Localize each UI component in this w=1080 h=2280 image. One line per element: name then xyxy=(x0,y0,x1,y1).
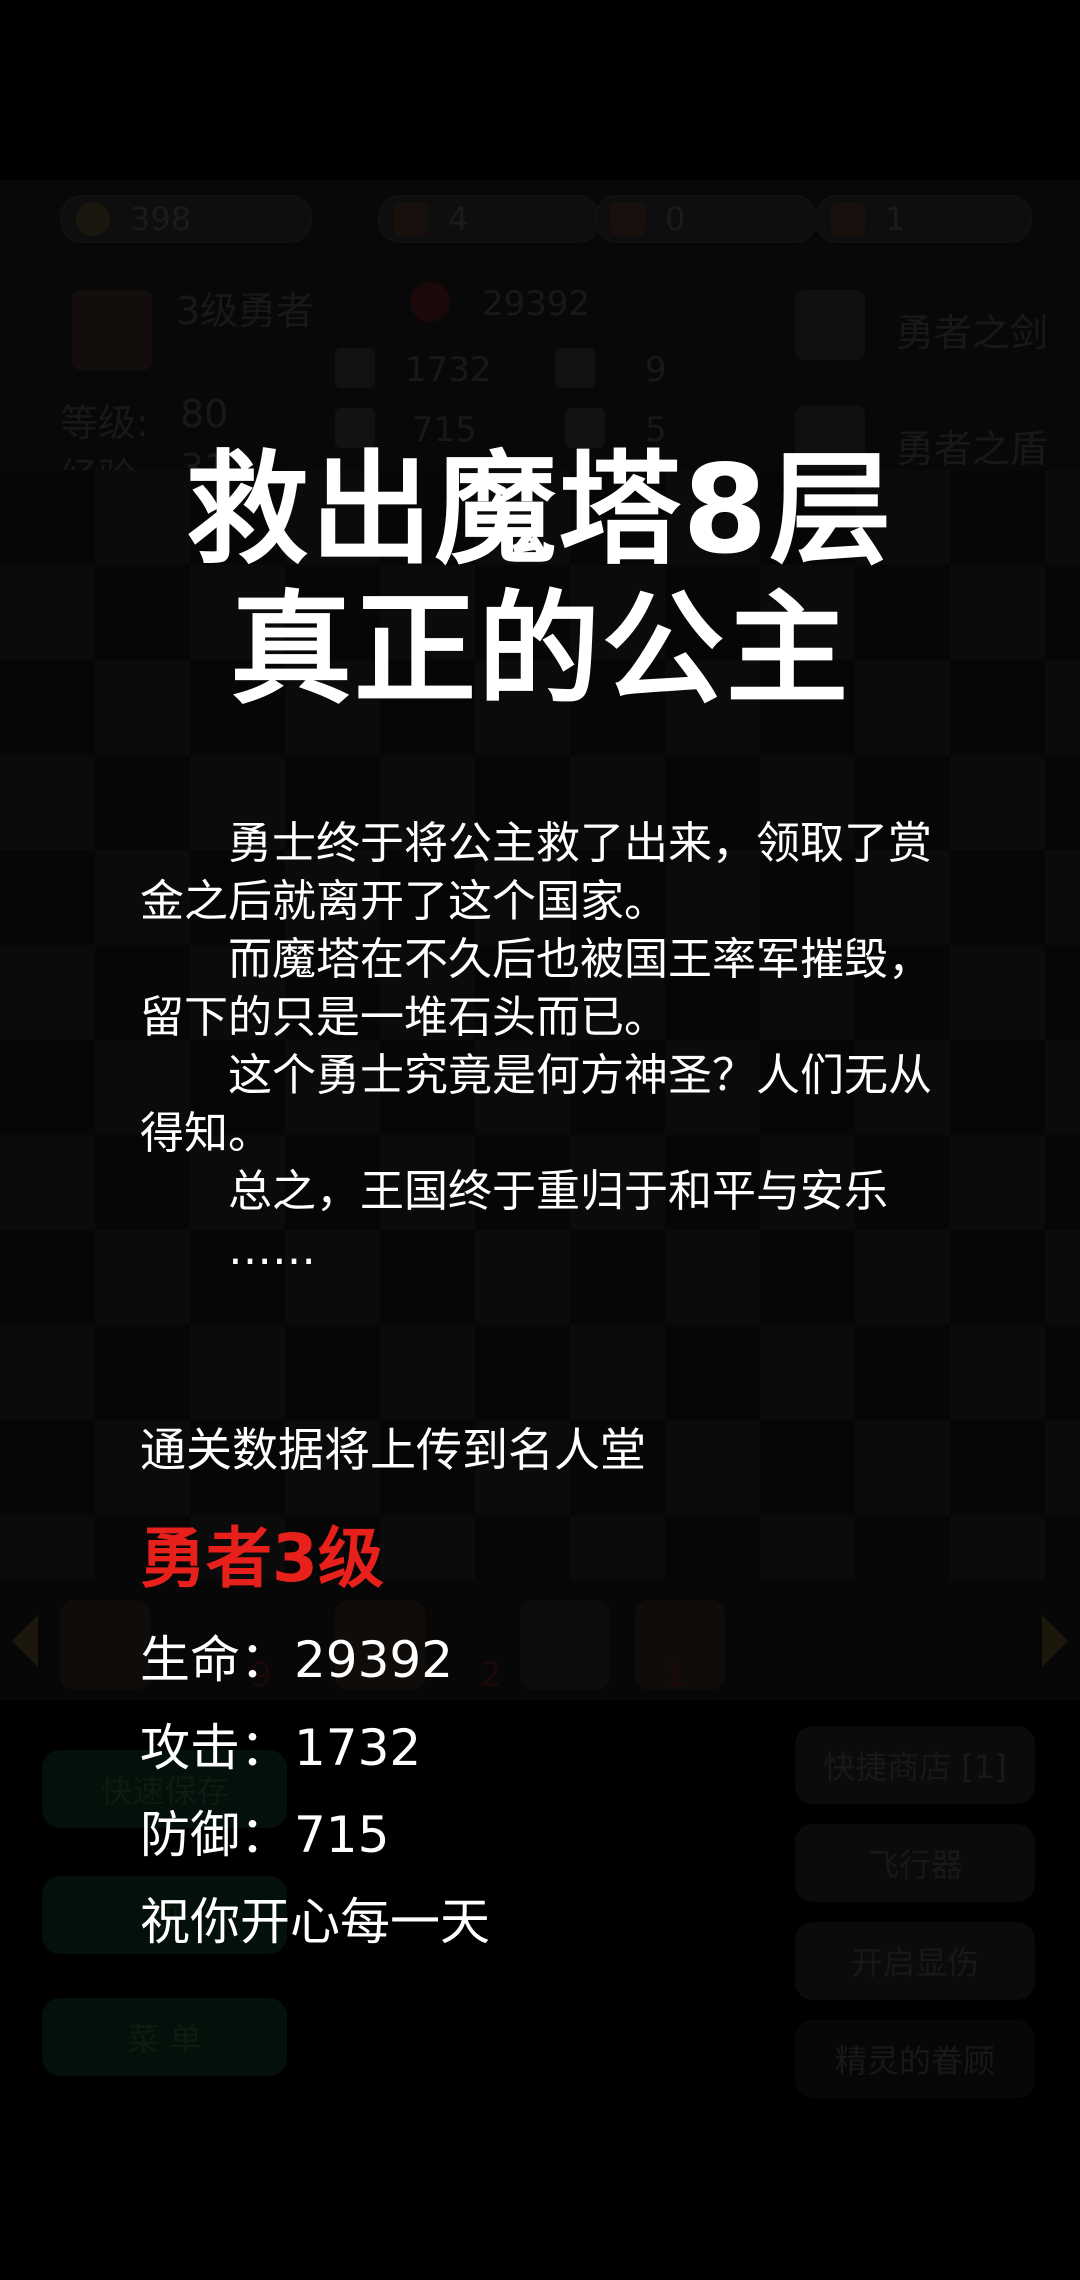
ending-title: 救出魔塔8层 真正的公主 xyxy=(0,440,1080,720)
farewell-message: 祝你开心每一天 xyxy=(140,1893,490,1951)
story-paragraph: 总之，王国终于重归于和平与安乐 xyxy=(228,1166,888,1217)
ending-title-line-2: 真正的公主 xyxy=(230,579,850,721)
ending-story: 勇士终于将公主救了出来，领取了赏金之后就离开了这个国家。 而魔塔在不久后也被国王… xyxy=(140,815,950,1279)
attack-value: 1732 xyxy=(294,1719,422,1777)
final-defense: 防御：715 xyxy=(140,1795,389,1867)
story-paragraph: 这个勇士究竟是何方神圣？人们无从得知。 xyxy=(140,1050,932,1159)
story-paragraph: 勇士终于将公主救了出来，领取了赏金之后就离开了这个国家。 xyxy=(140,818,932,927)
final-attack: 攻击：1732 xyxy=(140,1708,421,1780)
story-paragraph: 而魔塔在不久后也被国王率军摧毁，留下的只是一堆石头而已。 xyxy=(140,934,932,1043)
defense-label: 防御： xyxy=(140,1806,290,1864)
defense-value: 715 xyxy=(294,1806,390,1864)
final-hp: 生命：29392 xyxy=(140,1620,453,1692)
attack-label: 攻击： xyxy=(140,1719,290,1777)
ending-title-line-1: 救出魔塔8层 xyxy=(186,439,894,581)
upload-notice: 通关数据将上传到名人堂 xyxy=(140,1423,646,1477)
hp-value: 29392 xyxy=(294,1631,454,1689)
hp-label: 生命： xyxy=(140,1631,290,1689)
story-ellipsis: …… xyxy=(228,1224,316,1275)
rank-title: 勇者3级 xyxy=(140,1520,384,1597)
